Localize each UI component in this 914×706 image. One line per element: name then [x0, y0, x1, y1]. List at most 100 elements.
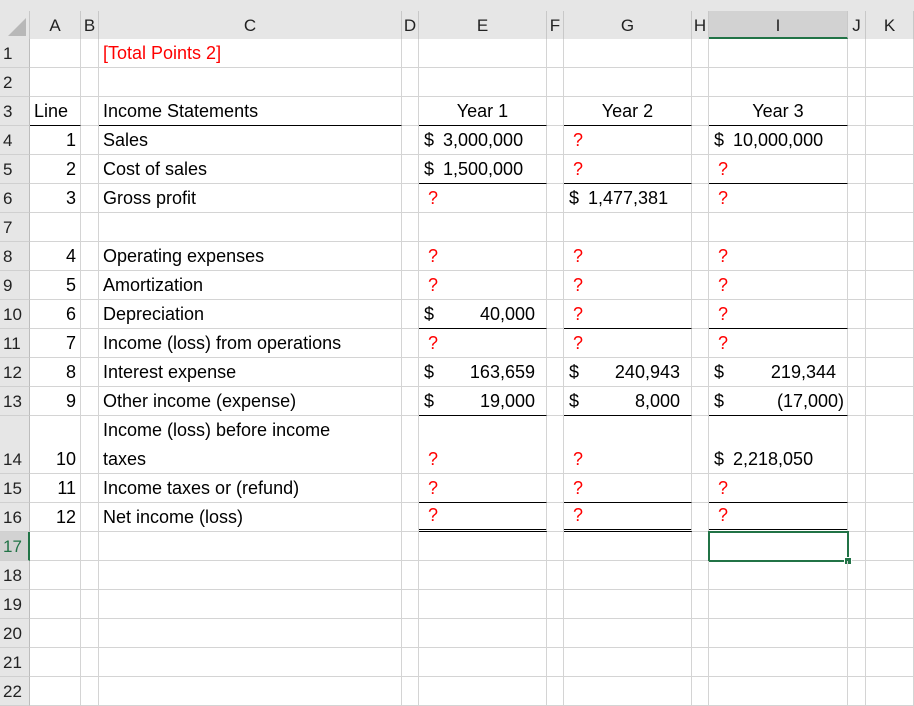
cell-b17[interactable] — [81, 532, 99, 561]
cell-j3[interactable] — [848, 97, 866, 126]
cell-e3[interactable]: Year 1 — [419, 97, 547, 126]
cell-e16[interactable]: ? — [419, 503, 547, 532]
cell-e15[interactable]: ? — [419, 474, 547, 503]
row-header-1[interactable]: 1 — [0, 39, 30, 68]
cell-d6[interactable] — [402, 184, 419, 213]
cell-j4[interactable] — [848, 126, 866, 155]
cell-f11[interactable] — [547, 329, 564, 358]
cell-e8[interactable]: ? — [419, 242, 547, 271]
cell-j10[interactable] — [848, 300, 866, 329]
cell-c11[interactable]: Income (loss) from operations — [99, 329, 402, 358]
cell-d16[interactable] — [402, 503, 419, 532]
cell-c21[interactable] — [99, 648, 402, 677]
column-header-c[interactable]: C — [99, 11, 402, 39]
cell-i4[interactable]: $10,000,000 — [709, 126, 848, 155]
cell-a2[interactable] — [30, 68, 81, 97]
cell-g12[interactable]: $240,943 — [564, 358, 692, 387]
cell-c6[interactable]: Gross profit — [99, 184, 402, 213]
cell-b10[interactable] — [81, 300, 99, 329]
cell-k5[interactable] — [866, 155, 914, 184]
cell-k3[interactable] — [866, 97, 914, 126]
cell-j6[interactable] — [848, 184, 866, 213]
cell-j11[interactable] — [848, 329, 866, 358]
cell-h8[interactable] — [692, 242, 709, 271]
cell-i14[interactable]: $2,218,050 — [709, 416, 848, 474]
cell-g19[interactable] — [564, 590, 692, 619]
cell-k22[interactable] — [866, 677, 914, 706]
cell-a12[interactable]: 8 — [30, 358, 81, 387]
cell-e4[interactable]: $3,000,000 — [419, 126, 547, 155]
cell-d5[interactable] — [402, 155, 419, 184]
cell-f6[interactable] — [547, 184, 564, 213]
cell-c17[interactable] — [99, 532, 402, 561]
cell-c3[interactable]: Income Statements — [99, 97, 402, 126]
cell-e19[interactable] — [419, 590, 547, 619]
cell-c13[interactable]: Other income (expense) — [99, 387, 402, 416]
cell-g13[interactable]: $8,000 — [564, 387, 692, 416]
cell-h1[interactable] — [692, 39, 709, 68]
cell-i18[interactable] — [709, 561, 848, 590]
cell-a1[interactable] — [30, 39, 81, 68]
cell-f12[interactable] — [547, 358, 564, 387]
cell-k9[interactable] — [866, 271, 914, 300]
row-header-20[interactable]: 20 — [0, 619, 30, 648]
cell-k14[interactable] — [866, 416, 914, 474]
cell-e12[interactable]: $163,659 — [419, 358, 547, 387]
cell-i8[interactable]: ? — [709, 242, 848, 271]
cell-a5[interactable]: 2 — [30, 155, 81, 184]
cell-d7[interactable] — [402, 213, 419, 242]
cell-j7[interactable] — [848, 213, 866, 242]
cell-k4[interactable] — [866, 126, 914, 155]
cell-h20[interactable] — [692, 619, 709, 648]
cell-j16[interactable] — [848, 503, 866, 532]
row-header-22[interactable]: 22 — [0, 677, 30, 706]
cell-i2[interactable] — [709, 68, 848, 97]
cell-f10[interactable] — [547, 300, 564, 329]
cell-e9[interactable]: ? — [419, 271, 547, 300]
cell-e18[interactable] — [419, 561, 547, 590]
cell-i9[interactable]: ? — [709, 271, 848, 300]
cell-h6[interactable] — [692, 184, 709, 213]
cell-b4[interactable] — [81, 126, 99, 155]
cell-d11[interactable] — [402, 329, 419, 358]
cell-g20[interactable] — [564, 619, 692, 648]
cell-f15[interactable] — [547, 474, 564, 503]
cell-g7[interactable] — [564, 213, 692, 242]
cell-h11[interactable] — [692, 329, 709, 358]
cell-c2[interactable] — [99, 68, 402, 97]
cell-b8[interactable] — [81, 242, 99, 271]
cell-a10[interactable]: 6 — [30, 300, 81, 329]
cell-b9[interactable] — [81, 271, 99, 300]
cell-k10[interactable] — [866, 300, 914, 329]
cell-g22[interactable] — [564, 677, 692, 706]
cell-c20[interactable] — [99, 619, 402, 648]
cell-b19[interactable] — [81, 590, 99, 619]
row-header-17[interactable]: 17 — [0, 532, 30, 561]
cell-j19[interactable] — [848, 590, 866, 619]
cell-i1[interactable] — [709, 39, 848, 68]
cell-f4[interactable] — [547, 126, 564, 155]
cell-f7[interactable] — [547, 213, 564, 242]
cell-e22[interactable] — [419, 677, 547, 706]
cell-b21[interactable] — [81, 648, 99, 677]
cell-k1[interactable] — [866, 39, 914, 68]
cell-h5[interactable] — [692, 155, 709, 184]
column-header-f[interactable]: F — [547, 11, 564, 39]
column-header-e[interactable]: E — [419, 11, 547, 39]
cell-j22[interactable] — [848, 677, 866, 706]
select-all-button[interactable] — [0, 11, 30, 39]
cell-c5[interactable]: Cost of sales — [99, 155, 402, 184]
column-header-j[interactable]: J — [848, 11, 866, 39]
cell-b7[interactable] — [81, 213, 99, 242]
cell-c14[interactable]: Income (loss) before income taxes — [99, 416, 402, 474]
cell-j8[interactable] — [848, 242, 866, 271]
cell-f5[interactable] — [547, 155, 564, 184]
cell-f22[interactable] — [547, 677, 564, 706]
cell-a20[interactable] — [30, 619, 81, 648]
cell-b20[interactable] — [81, 619, 99, 648]
cell-f2[interactable] — [547, 68, 564, 97]
cell-d1[interactable] — [402, 39, 419, 68]
cell-c9[interactable]: Amortization — [99, 271, 402, 300]
cell-e6[interactable]: ? — [419, 184, 547, 213]
cell-f9[interactable] — [547, 271, 564, 300]
